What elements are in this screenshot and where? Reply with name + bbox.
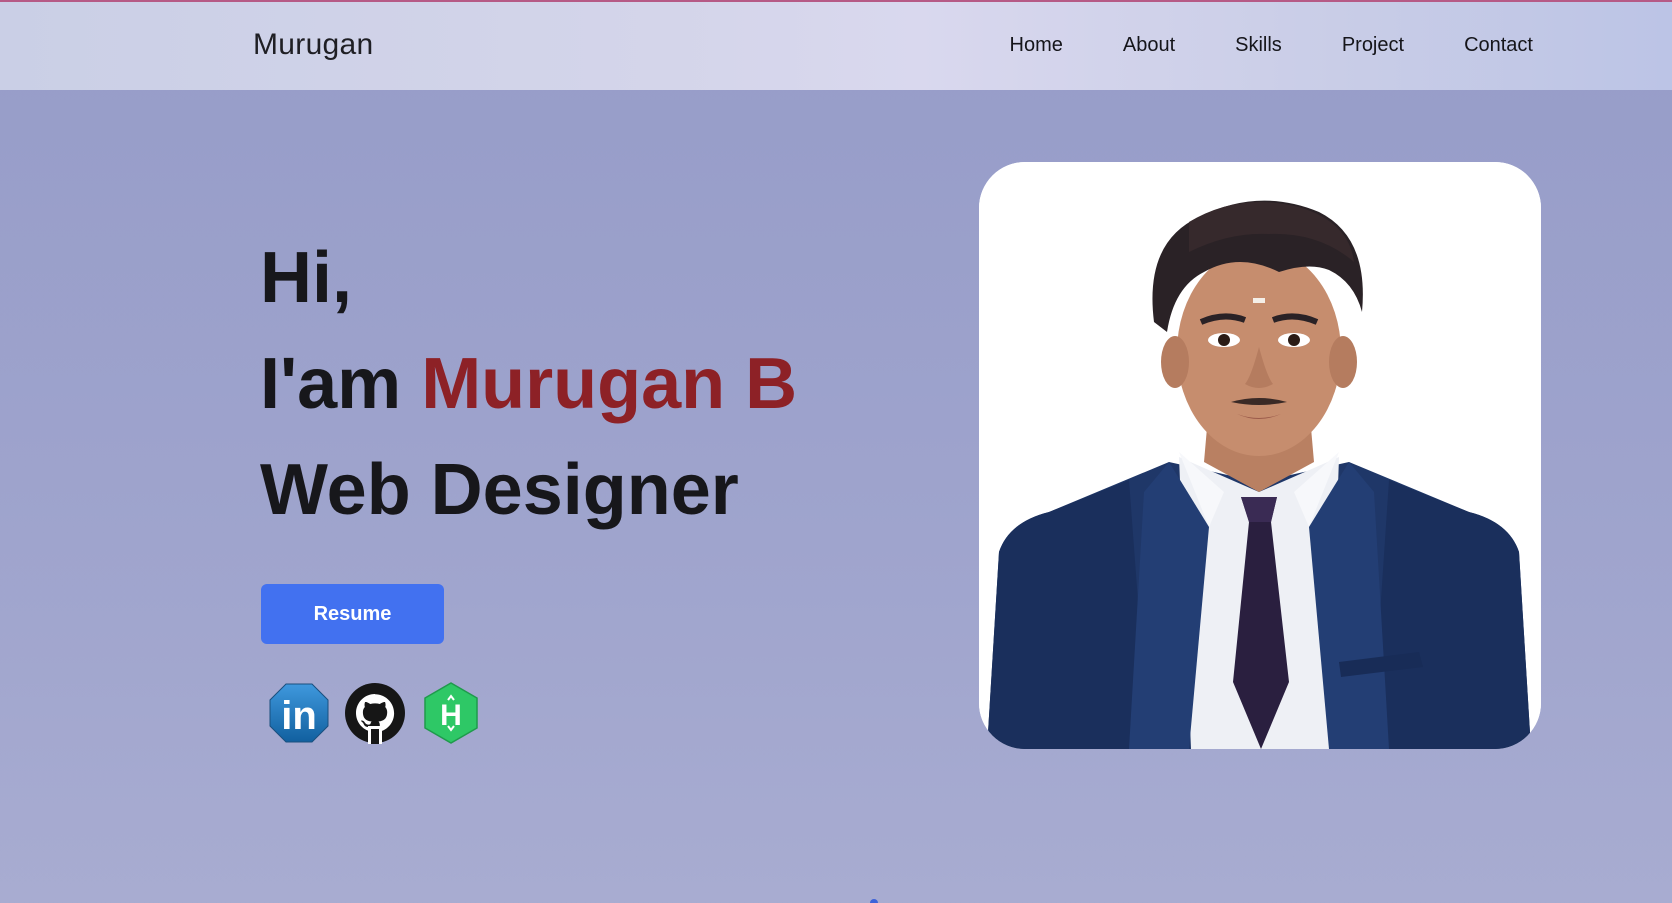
linkedin-link[interactable]: in bbox=[268, 682, 330, 744]
hero-role: Web Designer bbox=[260, 450, 739, 530]
nav-link-home[interactable]: Home bbox=[1010, 34, 1063, 57]
hero-intro-prefix: I'am bbox=[260, 344, 402, 424]
linkedin-icon: in bbox=[269, 683, 329, 743]
github-link[interactable] bbox=[344, 682, 406, 744]
nav-link-about[interactable]: About bbox=[1123, 34, 1175, 57]
profile-photo bbox=[979, 162, 1541, 749]
nav-link-project[interactable]: Project bbox=[1342, 34, 1404, 57]
hero-greeting: Hi, bbox=[260, 238, 353, 318]
hackerrank-icon: H bbox=[424, 682, 478, 744]
hero-name: Murugan B bbox=[421, 344, 798, 424]
resume-button[interactable]: Resume bbox=[261, 584, 444, 644]
hero-text: Hi, I'am Murugan B Web Designer bbox=[260, 225, 960, 543]
linkedin-icon-text: in bbox=[281, 694, 317, 738]
github-icon bbox=[345, 683, 405, 744]
hackerrank-icon-text: H bbox=[440, 699, 462, 732]
hero-intro: I'am Murugan B bbox=[260, 331, 960, 437]
social-links: in H bbox=[268, 682, 482, 744]
hackerrank-link[interactable]: H bbox=[420, 682, 482, 744]
site-logo[interactable]: Murugan bbox=[253, 28, 374, 62]
nav-link-contact[interactable]: Contact bbox=[1464, 34, 1533, 57]
main-nav: Home About Skills Project Contact bbox=[1010, 34, 1533, 57]
site-header: Murugan Home About Skills Project Contac… bbox=[0, 0, 1672, 90]
profile-portrait-illustration bbox=[979, 162, 1541, 749]
scroll-indicator bbox=[870, 899, 878, 903]
nav-link-skills[interactable]: Skills bbox=[1235, 34, 1282, 57]
